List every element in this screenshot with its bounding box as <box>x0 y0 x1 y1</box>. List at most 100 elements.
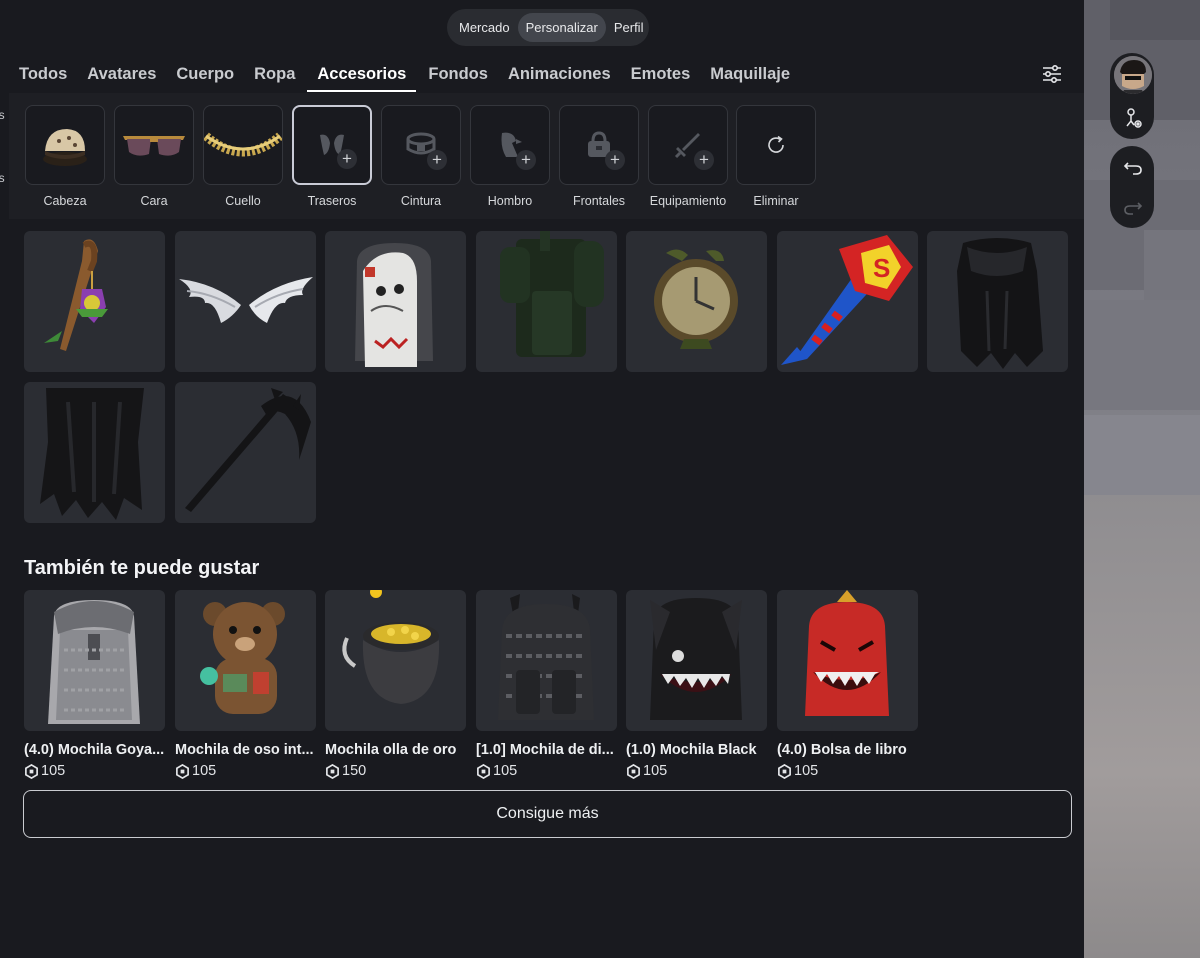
subcat-hombro[interactable]: + Hombro <box>470 105 550 208</box>
subcat-cintura[interactable]: + Cintura <box>381 105 461 208</box>
add-icon: + <box>605 150 625 170</box>
recommendations-title: También te puede gustar <box>24 557 260 579</box>
redo-icon[interactable] <box>1121 195 1145 219</box>
robux-icon <box>627 763 640 779</box>
item-tile[interactable]: S <box>777 231 918 372</box>
subcat-cuello[interactable]: Cuello <box>203 105 283 208</box>
robux-icon <box>778 763 791 779</box>
filter-sliders-icon[interactable] <box>1040 62 1064 86</box>
tab-animaciones[interactable]: Animaciones <box>498 58 621 92</box>
avatar-settings-icon[interactable] <box>1121 106 1145 130</box>
avatar[interactable] <box>1114 56 1152 94</box>
item-tile[interactable] <box>175 590 316 731</box>
item-tile[interactable] <box>927 231 1068 372</box>
price-value: 105 <box>493 763 518 779</box>
subcat-label: Cuello <box>225 194 261 208</box>
subcat-eliminar[interactable]: Eliminar <box>736 105 816 208</box>
recommendation-card[interactable]: Mochila olla de oro 150 <box>325 586 466 779</box>
tab-maquillaje[interactable]: Maquillaje <box>700 58 800 92</box>
scene-block <box>1084 415 1200 495</box>
tab-personalizar[interactable]: Personalizar <box>517 13 606 42</box>
price-value: 105 <box>192 763 217 779</box>
recommendation-card[interactable]: (1.0) Mochila Black 105 <box>626 590 767 779</box>
item-name: (4.0) Bolsa de libro <box>777 742 907 758</box>
white-wings-icon <box>179 277 313 323</box>
black-cape-icon <box>957 238 1043 369</box>
item-tile[interactable] <box>175 382 316 523</box>
sprayground-backpack-icon <box>355 243 433 367</box>
item-tile[interactable] <box>476 590 617 731</box>
scene-block <box>1084 300 1200 410</box>
tab-cuerpo[interactable]: Cuerpo <box>166 58 244 92</box>
item-tile[interactable] <box>626 231 767 372</box>
refresh-icon <box>768 135 784 153</box>
item-tile[interactable] <box>24 382 165 523</box>
green-backpack-icon <box>500 231 604 357</box>
tab-accesorios[interactable]: Accesorios <box>307 58 417 92</box>
item-price: 105 <box>626 763 767 779</box>
subcat-traseros[interactable]: + Traseros <box>292 105 372 208</box>
price-value: 105 <box>794 763 819 779</box>
recommendation-card[interactable]: (4.0) Mochila Goya... 105 <box>24 590 165 779</box>
chain-icon <box>204 132 282 157</box>
item-name: [1.0] Mochila de di... <box>476 742 614 758</box>
item-name: (4.0) Mochila Goya... <box>24 742 165 758</box>
price-value: 105 <box>643 763 668 779</box>
robux-icon <box>477 763 490 779</box>
scene-block <box>1110 0 1200 40</box>
add-icon: + <box>516 150 536 170</box>
add-icon: + <box>694 150 714 170</box>
clock-icon <box>654 249 738 349</box>
red-shark-backpack-icon <box>805 590 889 716</box>
add-icon: + <box>337 149 357 169</box>
item-tile[interactable] <box>626 590 767 731</box>
clipped-side-menu: os as <box>0 93 10 219</box>
tab-mercado[interactable]: Mercado <box>451 13 518 42</box>
recommendation-card[interactable]: Mochila de oso int... 105 <box>175 590 316 779</box>
item-tile[interactable] <box>476 231 617 372</box>
get-more-button[interactable]: Consigue más <box>23 790 1072 838</box>
scene-floor <box>1084 495 1200 958</box>
lantern-staff-icon <box>44 239 108 351</box>
item-tile[interactable] <box>325 231 466 372</box>
item-tile[interactable] <box>24 590 165 731</box>
item-tile[interactable] <box>777 590 918 731</box>
item-price: 105 <box>24 763 165 779</box>
clipped-label: os <box>0 108 5 122</box>
item-name: Mochila olla de oro <box>325 742 457 758</box>
cap-icon <box>43 129 87 166</box>
price-value: 150 <box>342 763 367 779</box>
svg-text:S: S <box>873 253 890 283</box>
tab-fondos[interactable]: Fondos <box>418 58 498 92</box>
robux-icon <box>326 763 339 779</box>
avatar-3d-viewport[interactable] <box>1084 0 1200 958</box>
item-tile[interactable] <box>24 231 165 372</box>
subcat-frontales[interactable]: + Frontales <box>559 105 639 208</box>
gray-backpack-icon <box>48 600 140 724</box>
subcat-label: Eliminar <box>753 194 799 208</box>
scythe-icon <box>185 388 311 512</box>
bear-backpack-icon <box>200 602 285 714</box>
shark-backpack-icon <box>650 598 742 720</box>
item-price: 105 <box>476 763 617 779</box>
subcat-cara[interactable]: Cara <box>114 105 194 208</box>
sunglasses-icon <box>123 136 185 156</box>
catalog-panel: Mercado Personalizar Perfil Todos Avatar… <box>0 0 1084 958</box>
tab-emotes[interactable]: Emotes <box>621 58 701 92</box>
subcat-equipamiento[interactable]: + Equipamiento <box>648 105 728 208</box>
price-value: 105 <box>41 763 66 779</box>
item-tile[interactable] <box>175 231 316 372</box>
subcat-cabeza[interactable]: Cabeza <box>25 105 105 208</box>
robux-icon <box>176 763 189 779</box>
tab-perfil[interactable]: Perfil <box>606 13 652 42</box>
tab-avatares[interactable]: Avatares <box>77 58 166 92</box>
tab-ropa[interactable]: Ropa <box>244 58 305 92</box>
subcat-label: Cara <box>140 194 168 208</box>
item-tile[interactable] <box>325 586 466 731</box>
recommendation-card[interactable]: [1.0] Mochila de di... 105 <box>476 590 617 779</box>
item-price: 105 <box>175 763 316 779</box>
recommendation-card[interactable]: (4.0) Bolsa de libro 105 <box>777 590 918 779</box>
item-name: (1.0) Mochila Black <box>626 742 757 758</box>
tab-todos[interactable]: Todos <box>9 58 77 92</box>
undo-icon[interactable] <box>1121 155 1145 179</box>
